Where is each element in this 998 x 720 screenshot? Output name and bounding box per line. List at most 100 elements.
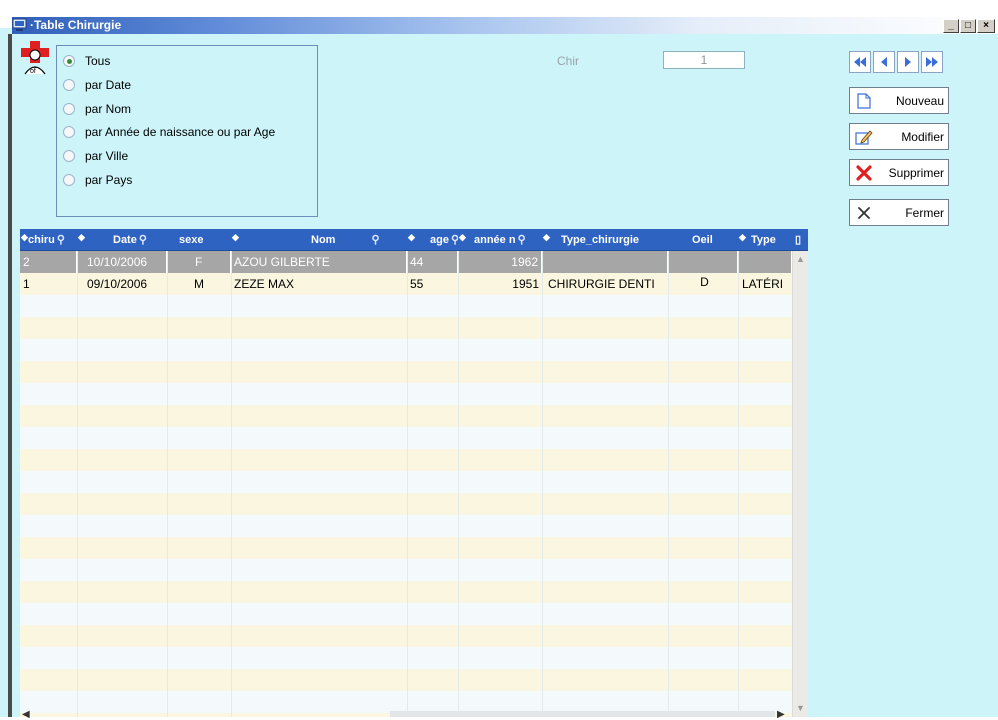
column-label: année n <box>474 234 516 246</box>
radio-label: par Nom <box>85 102 132 116</box>
empty-table-row[interactable] <box>20 603 792 625</box>
next-record-button[interactable] <box>897 51 919 73</box>
last-record-button[interactable] <box>921 51 943 73</box>
table-row[interactable]: 1 09/10/2006 M ZEZE MAX 55 1951 CHIRURGI… <box>20 273 792 295</box>
scroll-left-icon[interactable]: ◀ <box>22 709 30 720</box>
edit-pencil-icon <box>853 126 875 148</box>
column-chooser-icon[interactable]: ▯ <box>792 229 808 251</box>
empty-table-row[interactable] <box>20 647 792 669</box>
empty-table-row[interactable] <box>20 537 792 559</box>
column-label: Oeil <box>692 234 713 246</box>
scroll-down-icon[interactable]: ▼ <box>796 703 805 713</box>
radio-button[interactable] <box>63 55 75 67</box>
search-icon[interactable]: ⚲ <box>371 234 379 246</box>
empty-table-row[interactable] <box>20 581 792 603</box>
radio-par-date[interactable]: par Date <box>63 77 131 93</box>
empty-table-row[interactable] <box>20 449 792 471</box>
column-header-annee[interactable]: ◆ année n ⚲ <box>458 229 542 251</box>
empty-table-row[interactable] <box>20 405 792 427</box>
radio-label: par Pays <box>85 173 133 187</box>
sort-icon[interactable]: ◆ <box>408 229 415 248</box>
scroll-up-icon[interactable]: ▲ <box>796 254 805 264</box>
sort-icon[interactable]: ◆ <box>21 229 28 248</box>
empty-table-row[interactable] <box>20 515 792 537</box>
column-header-sexe[interactable]: sexe <box>167 229 231 251</box>
empty-table-row[interactable] <box>20 361 792 383</box>
cell-type-chirurgie: CHIRURGIE DENTI <box>548 277 655 291</box>
search-icon[interactable]: ⚲ <box>451 234 458 246</box>
cell-sexe: M <box>194 277 204 291</box>
close-window-button[interactable]: × <box>977 19 995 33</box>
horizontal-scrollbar-track[interactable] <box>390 711 775 717</box>
empty-table-row[interactable] <box>20 383 792 405</box>
cell-date: 10/10/2006 <box>77 251 167 273</box>
empty-table-row[interactable] <box>20 295 792 317</box>
vertical-scrollbar[interactable]: ▲ ▼ <box>792 251 808 717</box>
column-divider <box>167 251 168 717</box>
search-icon[interactable]: ⚲ <box>518 234 526 246</box>
close-button[interactable]: Fermer <box>849 199 949 226</box>
cell-annee: 1951 <box>512 277 539 291</box>
column-divider <box>458 251 459 717</box>
radio-button[interactable] <box>63 79 75 91</box>
empty-table-row[interactable] <box>20 339 792 361</box>
title-bar-gradient <box>12 17 998 34</box>
column-header-chiru[interactable]: ◆ chiru ⚲ <box>20 229 77 251</box>
column-divider <box>231 251 232 717</box>
column-header-type-chirurgie[interactable]: ◆ Type_chirurgie <box>542 229 668 251</box>
column-divider <box>738 251 739 717</box>
column-header-age[interactable]: ◆ age ⚲ <box>407 229 458 251</box>
search-icon[interactable]: ⚲ <box>57 234 65 246</box>
radio-par-annee-age[interactable]: par Année de naissance ou par Age <box>63 124 275 140</box>
edit-button[interactable]: Modifier <box>849 123 949 150</box>
empty-table-row[interactable] <box>20 691 792 713</box>
empty-table-row[interactable] <box>20 559 792 581</box>
column-label: sexe <box>179 234 204 246</box>
empty-table-row[interactable] <box>20 427 792 449</box>
chir-label: Chir <box>557 54 580 68</box>
empty-table-row[interactable] <box>20 493 792 515</box>
radio-par-nom[interactable]: par Nom <box>63 101 131 117</box>
cell-type <box>738 251 792 273</box>
cell-date: 09/10/2006 <box>87 277 148 291</box>
radio-button[interactable] <box>63 174 75 186</box>
first-record-button[interactable] <box>849 51 871 73</box>
radio-par-pays[interactable]: par Pays <box>63 172 132 188</box>
radio-button[interactable] <box>63 126 75 138</box>
empty-table-row[interactable] <box>20 317 792 339</box>
maximize-button[interactable]: □ <box>960 19 976 33</box>
search-icon[interactable]: ⚲ <box>139 234 147 246</box>
sort-icon[interactable]: ◆ <box>543 229 550 248</box>
sort-icon[interactable]: ◆ <box>232 229 239 248</box>
chir-field[interactable]: 1 <box>663 51 745 69</box>
empty-table-row[interactable] <box>20 625 792 647</box>
double-right-arrow-icon <box>926 57 938 67</box>
close-button-label: Fermer <box>905 205 944 220</box>
minimize-button[interactable]: _ <box>943 19 959 33</box>
sort-icon[interactable]: ◆ <box>739 229 746 248</box>
radio-tous[interactable]: Tous <box>63 53 110 69</box>
column-header-nom[interactable]: ◆ Nom ⚲ <box>231 229 407 251</box>
cell-chiru: 2 <box>20 251 77 273</box>
new-button[interactable]: Nouveau <box>849 87 949 114</box>
scroll-right-icon[interactable]: ▶ <box>777 709 785 720</box>
column-label: Type <box>751 234 776 246</box>
sort-icon[interactable]: ◆ <box>459 229 466 248</box>
column-header-oeil[interactable]: Oeil <box>668 229 738 251</box>
cell-age: 44 <box>407 251 458 273</box>
cell-type: LATÉRI <box>742 277 784 291</box>
sort-icon[interactable]: ◆ <box>78 229 85 248</box>
delete-button[interactable]: Supprimer <box>849 159 949 186</box>
delete-x-icon <box>853 162 875 184</box>
column-header-date[interactable]: ◆ Date ⚲ <box>77 229 167 251</box>
column-header-type[interactable]: ◆ Type <box>738 229 792 251</box>
radio-par-ville[interactable]: par Ville <box>63 148 128 164</box>
radio-button[interactable] <box>63 150 75 162</box>
column-label: chiru <box>28 234 55 246</box>
radio-button[interactable] <box>63 103 75 115</box>
table-row[interactable]: 2 10/10/2006 F AZOU GILBERTE 44 1962 <box>20 251 792 273</box>
empty-table-row[interactable] <box>20 471 792 493</box>
previous-record-button[interactable] <box>873 51 895 73</box>
cell-annee: 1962 <box>458 251 542 273</box>
empty-table-row[interactable] <box>20 669 792 691</box>
